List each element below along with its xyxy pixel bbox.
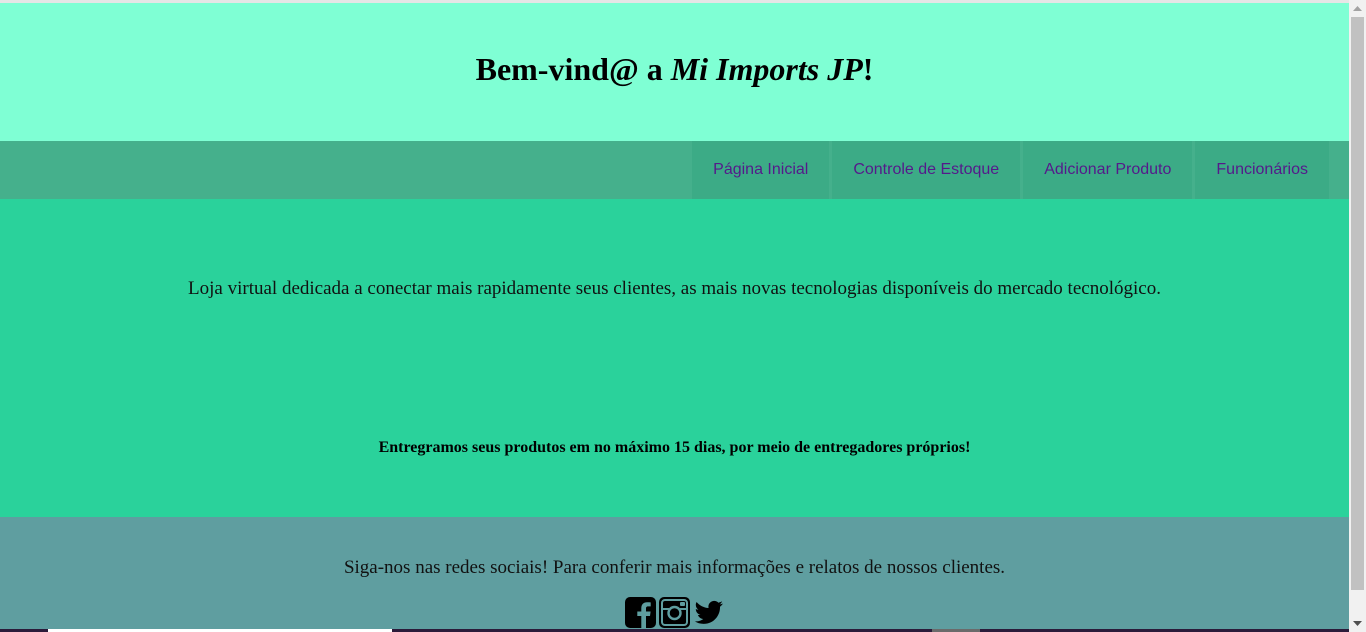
follow-text: Siga-nos nas redes sociais! Para conferi… [343,557,1006,578]
title-brand: Mi Imports JP [670,50,863,87]
delivery-text: Entregramos seus produtos em no máximo 1… [378,439,971,456]
page: Bem-vind@ a Mi Imports JP! Página Inicia… [0,0,1349,632]
site-header: Bem-vind@ a Mi Imports JP! [0,3,1349,141]
main-content: Loja virtual dedicada a conectar mais ra… [0,199,1349,517]
intro-text: Loja virtual dedicada a conectar mais ra… [188,278,1161,299]
site-footer: Siga-nos nas redes sociais! Para conferi… [0,517,1349,632]
scroll-up-arrow-icon[interactable] [1349,0,1366,17]
nav-item-funcionarios[interactable]: Funcionários [1195,141,1329,199]
nav-list: Página Inicial Controle de Estoque Adici… [692,141,1329,199]
main-nav: Página Inicial Controle de Estoque Adici… [0,141,1349,199]
page-title: Bem-vind@ a Mi Imports JP! [476,51,874,88]
title-prefix: Bem-vind@ a [475,50,671,87]
scroll-down-arrow-icon[interactable] [1349,615,1366,632]
vertical-scrollbar[interactable] [1349,0,1366,632]
nav-item-controle-de-estoque[interactable]: Controle de Estoque [832,141,1021,199]
facebook-icon[interactable] [625,597,656,628]
social-links [625,597,724,628]
instagram-icon[interactable] [659,597,690,628]
nav-item-adicionar-produto[interactable]: Adicionar Produto [1023,141,1193,199]
nav-item-pagina-inicial[interactable]: Página Inicial [692,141,830,199]
twitter-icon[interactable] [693,597,724,628]
title-suffix: ! [862,50,874,87]
scrollbar-thumb[interactable] [1351,17,1364,590]
